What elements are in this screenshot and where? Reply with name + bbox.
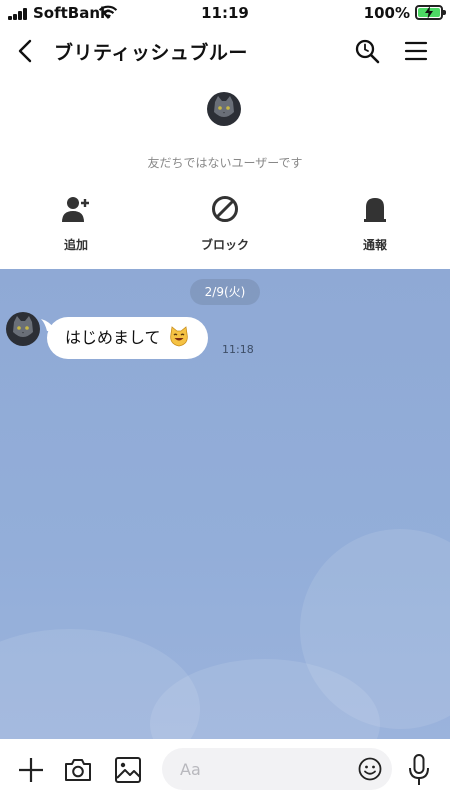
menu-icon[interactable]: [404, 40, 428, 62]
status-bar: SoftBank 11:19 100%: [0, 0, 450, 26]
chat-title: ブリティッシュブルー: [54, 42, 248, 64]
block-icon: [212, 196, 238, 222]
profile-avatar[interactable]: [207, 92, 241, 126]
battery-icon: [415, 5, 446, 20]
chat-area[interactable]: 2/9(火) はじめまして 11:18: [0, 269, 450, 739]
add-friend-button[interactable]: 追加: [26, 194, 126, 253]
report-label: 通報: [362, 238, 387, 252]
battery-percentage: 100%: [363, 4, 410, 22]
add-friend-icon: [62, 197, 89, 222]
back-icon[interactable]: [14, 38, 38, 64]
block-button[interactable]: ブロック: [175, 194, 275, 253]
image-icon[interactable]: [114, 756, 142, 784]
message-time: 11:18: [222, 343, 254, 356]
add-friend-label: 追加: [63, 238, 88, 252]
sender-avatar[interactable]: [6, 312, 40, 346]
charging-bolt-icon: [425, 6, 433, 19]
cat-avatar-icon: [207, 92, 241, 126]
smiling-cat-icon: [169, 325, 188, 346]
mic-icon[interactable]: [408, 754, 430, 786]
block-label: ブロック: [200, 238, 249, 252]
message-bubble[interactable]: はじめまして: [47, 317, 208, 359]
camera-icon[interactable]: [64, 757, 92, 783]
report-icon: [364, 198, 386, 222]
report-button[interactable]: 通報: [325, 194, 425, 253]
search-icon[interactable]: [354, 38, 380, 64]
profile-panel: 友だちではないユーザーです 追加 ブロック 通報: [0, 76, 450, 269]
date-separator: 2/9(火): [190, 279, 260, 305]
message-text: はじめまして: [65, 328, 161, 347]
smile-icon[interactable]: [358, 757, 382, 781]
cat-avatar-icon: [6, 312, 40, 346]
chat-header: ブリティッシュブルー: [0, 26, 450, 76]
input-bar: [0, 739, 450, 800]
not-friend-notice: 友だちではないユーザーです: [147, 156, 303, 170]
plus-icon[interactable]: [18, 757, 44, 783]
